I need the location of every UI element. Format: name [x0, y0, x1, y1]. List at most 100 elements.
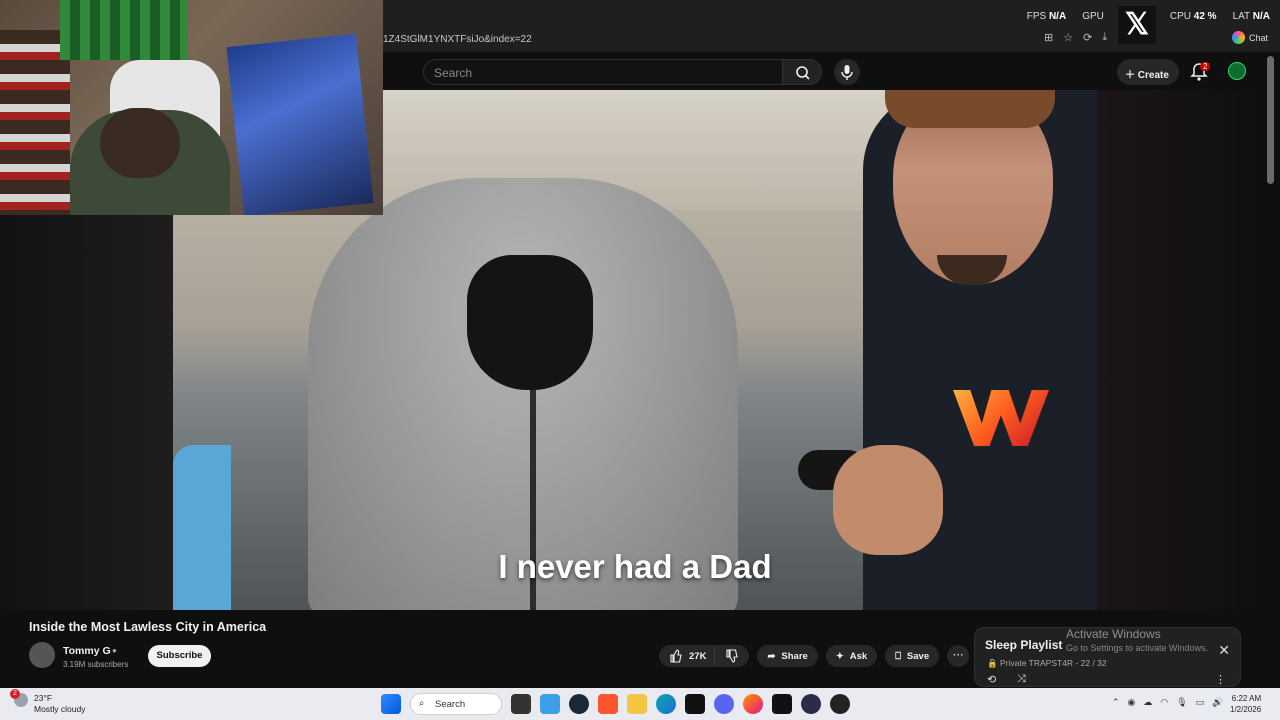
volume-icon[interactable]: 🔊 — [1212, 697, 1223, 708]
share-label: Share — [781, 650, 808, 662]
star-icon[interactable]: ☆ — [1063, 31, 1073, 44]
playlist-privacy: Private — [999, 658, 1027, 668]
playlist-owner: TRAPST4R — [1028, 658, 1074, 668]
firefox-icon[interactable] — [743, 694, 763, 714]
taskbar-search-label: Search — [435, 699, 466, 710]
playlist-menu-icon[interactable]: ⋮ — [1215, 673, 1226, 686]
copilot-icon — [1232, 31, 1245, 44]
subscribe-button[interactable]: Subscribe — [148, 645, 211, 667]
nvidia-icon[interactable] — [772, 694, 792, 714]
weather-temperature: 23°F — [34, 693, 53, 703]
voice-search-button[interactable] — [834, 59, 860, 85]
shuffle-icon[interactable]: ⤨ — [1017, 673, 1026, 686]
video-scene-hair — [885, 90, 1055, 128]
share-button[interactable]: ➦ Share — [757, 645, 818, 667]
video-actions: 27K ➦ Share ✦ Ask ⎕ Save ⋯ — [659, 645, 970, 667]
cloud-icon: 2 — [10, 689, 28, 707]
url-text: 1Z4StGlM1YNXTFsiJo&index=22 — [383, 34, 532, 45]
channel-avatar[interactable] — [29, 642, 55, 668]
weather-widget[interactable]: 2 23°F Mostly cloudy — [10, 689, 86, 715]
dislike-button[interactable] — [714, 645, 750, 667]
search-input[interactable]: Search — [423, 59, 783, 85]
chevron-up-icon[interactable]: ⌃ — [1112, 697, 1120, 708]
taskbar-apps: ⌕ Search — [381, 693, 850, 715]
like-button[interactable]: 27K — [659, 645, 715, 667]
account-avatar[interactable] — [1228, 62, 1246, 80]
right-ambient-area — [1097, 90, 1267, 610]
app-icon[interactable] — [830, 694, 850, 714]
create-button[interactable]: ＋ Create — [1117, 59, 1179, 85]
video-title: Inside the Most Lawless City in America — [29, 620, 267, 634]
mic-tray-icon[interactable]: 🎙 — [1176, 697, 1187, 708]
x-logo-icon[interactable]: 𝕏 — [1118, 6, 1156, 44]
lock-icon: 🔒 — [987, 658, 998, 668]
more-actions-icon[interactable]: ⋯ — [947, 645, 970, 667]
windows-taskbar: 2 23°F Mostly cloudy ⌕ Search ⌃ ◉ ☁ ◠ 🎙 … — [0, 688, 1280, 720]
windows-start-icon[interactable] — [381, 694, 401, 714]
activate-windows-subtitle: Go to Settings to activate Windows. — [1066, 643, 1209, 653]
create-label: Create — [1137, 70, 1169, 81]
webcam-overlay — [0, 0, 383, 215]
search-placeholder: Search — [434, 66, 473, 80]
network-icon[interactable]: ▭ — [1196, 697, 1205, 708]
brave-icon[interactable] — [598, 694, 618, 714]
address-bar[interactable]: 1Z4StGlM1YNXTFsiJo&index=22 — [383, 30, 1043, 50]
taskbar-search-icon: ⌕ — [419, 698, 425, 709]
extension-icon[interactable]: ⟳ — [1083, 31, 1092, 44]
ask-button[interactable]: ✦ Ask — [825, 645, 878, 667]
gpu-stat: GPU — [1082, 11, 1104, 22]
video-subtitle: I never had a Dad — [498, 548, 772, 585]
playlist-position: 22 / 32 — [1080, 658, 1107, 668]
edge-icon[interactable] — [656, 694, 676, 714]
page-scrollbar[interactable] — [1267, 56, 1274, 184]
obs-icon[interactable] — [801, 694, 821, 714]
bookmark-icon: ⎕ — [895, 650, 901, 662]
notepad-icon[interactable] — [540, 694, 560, 714]
subscriber-count: 3.19M subscribers — [63, 660, 129, 669]
search-button[interactable] — [782, 59, 822, 85]
ask-label: Ask — [849, 650, 868, 662]
clock-date: 1/2/2026 — [1230, 705, 1262, 714]
weather-badge: 2 — [10, 689, 20, 699]
microphone-icon — [841, 65, 853, 80]
taskbar-clock[interactable]: 6:22 AM 1/2/2026 — [1230, 693, 1261, 715]
sparkle-icon: ✦ — [835, 650, 844, 662]
system-tray: ⌃ ◉ ☁ ◠ 🎙 ▭ 🔊 — [1112, 697, 1223, 708]
clock-time: 6:22 AM — [1231, 694, 1262, 703]
webcam-poster-green — [60, 0, 188, 60]
file-explorer-icon[interactable] — [627, 694, 647, 714]
discord-icon[interactable] — [714, 694, 734, 714]
channel-name[interactable]: Tommy G — [63, 645, 111, 657]
thumbs-down-icon — [726, 649, 739, 663]
chat-button[interactable]: Chat — [1232, 31, 1268, 44]
save-button[interactable]: ⎕ Save — [885, 645, 940, 667]
thumbs-up-icon — [670, 649, 682, 663]
left-ambient-area — [0, 215, 173, 610]
cpu-stat: CPU 42 % — [1169, 11, 1217, 22]
playlist-meta: 🔒 Private TRAPST4R - 22 / 32 — [987, 658, 1107, 668]
playlist-title[interactable]: Sleep Playlist — [985, 638, 1062, 652]
close-icon[interactable]: ✕ — [1218, 642, 1230, 659]
tiktok-icon[interactable] — [685, 694, 705, 714]
cloud-tray-icon[interactable]: ☁ — [1143, 697, 1152, 708]
save-label: Save — [906, 650, 930, 662]
weather-description: Mostly cloudy — [34, 704, 86, 714]
steam-icon[interactable] — [569, 694, 589, 714]
task-view-icon[interactable] — [511, 694, 531, 714]
apps-icon[interactable]: ⊞ — [1044, 31, 1053, 44]
loop-icon[interactable]: ⟲ — [987, 673, 996, 686]
video-scene-face-mask — [467, 255, 593, 390]
wifi-icon[interactable]: ◠ — [1160, 697, 1168, 708]
steam-tray-icon[interactable]: ◉ — [1128, 697, 1136, 708]
taskbar-search[interactable]: ⌕ Search — [410, 693, 502, 715]
verified-icon: ● — [112, 646, 117, 655]
search-icon — [796, 66, 810, 80]
activate-windows-title: Activate Windows — [1066, 627, 1161, 641]
lat-stat: LAT N/A — [1232, 11, 1270, 22]
download-icon[interactable]: ⤓ — [1102, 31, 1107, 44]
video-scene-hand — [833, 445, 943, 555]
webcam-streamer-head — [100, 108, 180, 178]
chat-label: Chat — [1249, 32, 1269, 43]
video-scene-hooded-person — [308, 178, 738, 610]
like-count: 27K — [689, 650, 707, 662]
